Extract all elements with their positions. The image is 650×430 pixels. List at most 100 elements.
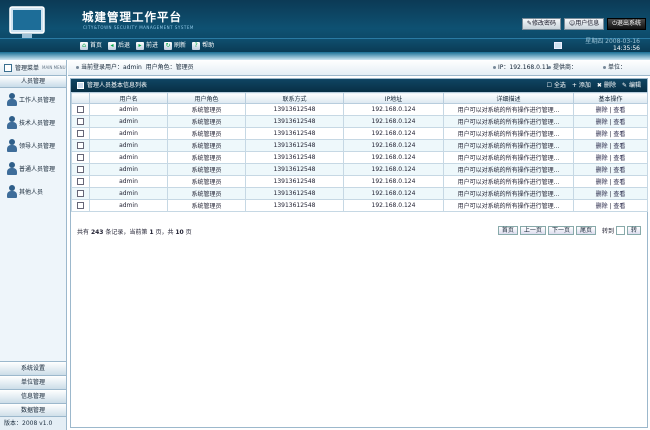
- cell-contact: 13913612548: [245, 115, 344, 128]
- row-checkbox[interactable]: [77, 106, 84, 113]
- table-row: admin 系统管理员 13913612548 192.168.0.124 用户可以对系…: [71, 103, 648, 116]
- date-text: 星期四 2008-03-16: [585, 38, 640, 45]
- row-checkbox[interactable]: [77, 202, 84, 209]
- last-page-button[interactable]: 尾页: [575, 226, 596, 235]
- cell-ip: 192.168.0.124: [343, 199, 444, 212]
- row-view-link[interactable]: 查看: [613, 155, 625, 162]
- cell-actions: 删除 | 查看: [573, 103, 648, 116]
- user-icon: [7, 162, 17, 175]
- add-button[interactable]: + 添加: [572, 79, 591, 92]
- row-delete-link[interactable]: 删除: [596, 203, 608, 210]
- trash-icon: ✖: [596, 82, 602, 89]
- sidebar-item-staff[interactable]: 工作人员管理: [0, 88, 66, 111]
- sidebar-data-management[interactable]: 数据管理: [0, 403, 66, 417]
- delete-button[interactable]: ✖ 删除: [597, 79, 616, 92]
- cell-username: admin: [89, 139, 168, 152]
- sidebar-section-personnel[interactable]: 人员管理: [0, 76, 66, 88]
- row-delete-link[interactable]: 删除: [596, 119, 608, 126]
- edit-button[interactable]: ✎ 编辑: [622, 79, 641, 92]
- table-row: admin 系统管理员 13913612548 192.168.0.124 用户可以对系…: [71, 163, 648, 176]
- sidebar: 管理菜单 MAIN MENU 人员管理 工作人员管理 技术人员管理 领导人员管理…: [0, 60, 67, 430]
- col-description: 详细描述: [443, 92, 574, 104]
- nav-back[interactable]: ◂ 后退: [108, 41, 130, 50]
- row-checkbox[interactable]: [77, 190, 84, 197]
- nav-home[interactable]: ⌂ 首页: [80, 41, 102, 50]
- row-view-link[interactable]: 查看: [613, 131, 625, 138]
- cell-ip: 192.168.0.124: [343, 163, 444, 176]
- row-checkbox[interactable]: [77, 154, 84, 161]
- row-delete-link[interactable]: 删除: [596, 143, 608, 150]
- row-checkbox[interactable]: [77, 130, 84, 137]
- cell-actions: 删除 | 查看: [573, 139, 648, 152]
- row-delete-link[interactable]: 删除: [596, 167, 608, 174]
- row-select-cell: [71, 103, 90, 116]
- sidebar-system-settings[interactable]: 系统设置: [0, 361, 66, 375]
- row-view-link[interactable]: 查看: [613, 119, 625, 126]
- row-view-link[interactable]: 查看: [613, 203, 625, 210]
- sidebar-unit-management[interactable]: 单位管理: [0, 375, 66, 389]
- cell-actions: 删除 | 查看: [573, 187, 648, 200]
- sidebar-item-leaders[interactable]: 领导人员管理: [0, 134, 66, 157]
- pagination: 共有 243 条记录，当前第 1 页，共 10 页 首页 上一页 下一页 尾页 …: [71, 224, 647, 238]
- nav-forward[interactable]: ▸ 前进: [136, 41, 158, 50]
- list-icon: [77, 82, 84, 89]
- cell-description: 用户可以对系统的所有操作进行管理...: [443, 163, 574, 176]
- row-delete-link[interactable]: 删除: [596, 107, 608, 114]
- cell-contact: 13913612548: [245, 127, 344, 140]
- row-delete-link[interactable]: 删除: [596, 179, 608, 186]
- row-delete-link[interactable]: 删除: [596, 131, 608, 138]
- col-select: [71, 92, 90, 104]
- go-button[interactable]: 转: [626, 226, 641, 235]
- logout-button[interactable]: ⏻退出系统: [607, 18, 646, 30]
- sidebar-info-management[interactable]: 信息管理: [0, 389, 66, 403]
- datetime: 星期四 2008-03-16 14:35:56: [585, 38, 640, 52]
- cell-contact: 13913612548: [245, 199, 344, 212]
- time-text: 14:35:56: [613, 45, 640, 52]
- help-icon: ?: [192, 41, 201, 50]
- next-page-button[interactable]: 下一页: [547, 226, 574, 235]
- sidebar-item-others[interactable]: 其他人员: [0, 180, 66, 203]
- cell-description: 用户可以对系统的所有操作进行管理...: [443, 175, 574, 188]
- back-icon: ◂: [108, 41, 117, 50]
- row-delete-link[interactable]: 删除: [596, 191, 608, 198]
- cell-ip: 192.168.0.124: [343, 151, 444, 164]
- prev-page-button[interactable]: 上一页: [519, 226, 546, 235]
- bullet-icon: [493, 66, 496, 69]
- row-delete-link[interactable]: 删除: [596, 155, 608, 162]
- row-view-link[interactable]: 查看: [613, 107, 625, 114]
- row-select-cell: [71, 115, 90, 128]
- cell-description: 用户可以对系统的所有操作进行管理...: [443, 139, 574, 152]
- cell-contact: 13913612548: [245, 187, 344, 200]
- user-info-button[interactable]: ☺用户信息: [563, 18, 605, 30]
- cell-contact: 13913612548: [245, 175, 344, 188]
- nav-help[interactable]: ? 帮助: [192, 41, 214, 50]
- cell-username: admin: [89, 163, 168, 176]
- panel-title: 管理人员基本信息列表: [87, 82, 148, 89]
- cell-username: admin: [89, 103, 168, 116]
- change-password-button[interactable]: ✎修改密码: [521, 18, 561, 30]
- row-checkbox[interactable]: [77, 166, 84, 173]
- cell-role: 系统管理员: [167, 127, 246, 140]
- sidebar-item-ordinary[interactable]: 普通人员管理: [0, 157, 66, 180]
- cell-ip: 192.168.0.124: [343, 175, 444, 188]
- page-number-input[interactable]: [615, 226, 625, 235]
- row-checkbox[interactable]: [77, 142, 84, 149]
- user-icon: [7, 116, 17, 129]
- row-view-link[interactable]: 查看: [613, 167, 625, 174]
- row-view-link[interactable]: 查看: [613, 191, 625, 198]
- cell-ip: 192.168.0.124: [343, 127, 444, 140]
- refresh-icon: ↻: [164, 41, 173, 50]
- cell-username: admin: [89, 175, 168, 188]
- row-select-cell: [71, 163, 90, 176]
- row-view-link[interactable]: 查看: [613, 179, 625, 186]
- col-username: 用户名: [89, 92, 168, 104]
- first-page-button[interactable]: 首页: [497, 226, 518, 235]
- nav-refresh[interactable]: ↻ 刷新: [164, 41, 186, 50]
- row-checkbox[interactable]: [77, 178, 84, 185]
- sidebar-item-technical[interactable]: 技术人员管理: [0, 111, 66, 134]
- col-role: 用户角色: [167, 92, 246, 104]
- row-view-link[interactable]: 查看: [613, 143, 625, 150]
- row-checkbox[interactable]: [77, 118, 84, 125]
- cell-actions: 删除 | 查看: [573, 175, 648, 188]
- select-all-button[interactable]: ☐ 全选: [546, 79, 565, 92]
